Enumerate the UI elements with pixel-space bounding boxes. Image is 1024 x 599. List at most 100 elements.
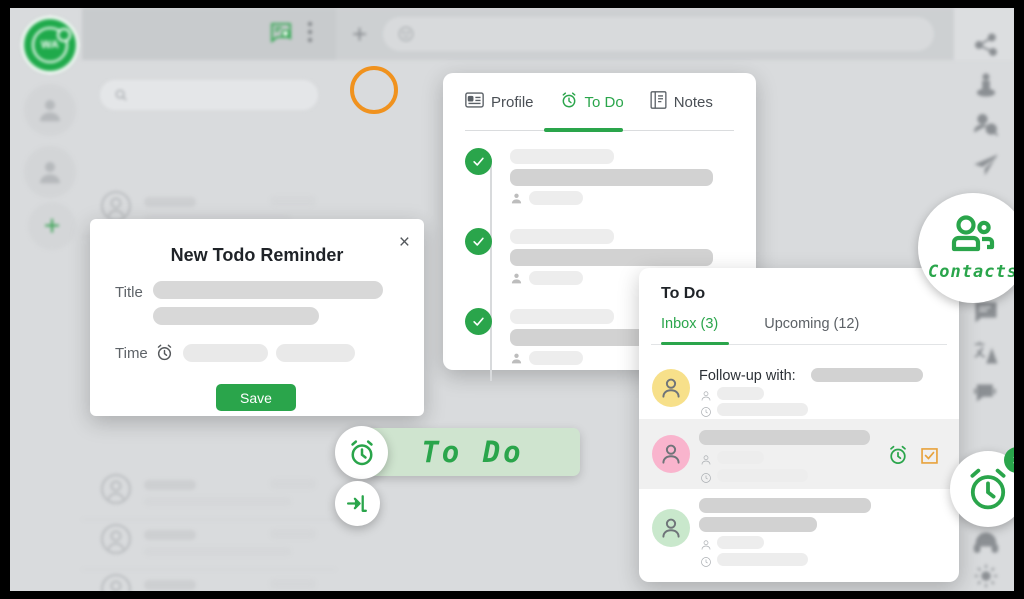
assignee-name — [529, 271, 583, 285]
sidebar-item-account-avatar-1[interactable] — [24, 84, 76, 136]
list-item-title — [144, 197, 196, 207]
settings-gear-icon[interactable] — [971, 561, 1001, 591]
list-item-time — [270, 529, 316, 539]
todo-item-due — [717, 403, 808, 416]
todo-panel-tabs: Inbox (3) Upcoming (12) — [661, 316, 859, 340]
alarm-clock-icon[interactable] — [887, 444, 909, 471]
id-card-icon — [465, 92, 484, 112]
contacts-label: Contacts — [928, 261, 1014, 282]
assignee-icon — [700, 538, 712, 556]
tab-todo-label: To Do — [584, 93, 624, 111]
assignee-name — [529, 351, 583, 365]
contact-search-icon[interactable] — [971, 110, 1001, 140]
contact-avatar-highlight-ring — [350, 66, 398, 114]
todo-item-assignee — [717, 451, 764, 464]
person-location-icon[interactable] — [971, 70, 1001, 100]
kebab-menu-icon[interactable] — [308, 22, 312, 46]
assignee-icon — [510, 192, 523, 210]
attach-button[interactable]: + — [352, 21, 367, 47]
completed-check-icon[interactable] — [465, 148, 492, 175]
tab-notes[interactable]: Notes — [650, 91, 713, 125]
todo-list-item-3[interactable] — [639, 489, 959, 567]
avatar — [652, 435, 690, 473]
enter-arrow-icon — [335, 481, 380, 526]
task-complete-icon[interactable] — [919, 445, 940, 471]
title-input-line2[interactable] — [153, 307, 319, 325]
contacts-group-icon — [946, 214, 1000, 260]
notebook-icon — [650, 91, 667, 113]
whatsapp-crm-logo[interactable]: WA — [21, 16, 79, 74]
assignee-icon — [700, 453, 712, 471]
screenshot-root: WA + + Profile To Do Notes To Do Inbox (… — [0, 0, 1024, 599]
todo-entry-body — [510, 169, 713, 186]
add-account-button[interactable]: + — [28, 202, 76, 250]
clock-icon — [700, 471, 712, 489]
todo-list-item-1[interactable]: Follow-up with: — [639, 356, 959, 419]
emoji-icon[interactable] — [397, 25, 415, 43]
todo-item-title — [699, 498, 871, 513]
todo-item-assignee — [717, 536, 764, 549]
todo-timeline-line — [490, 159, 492, 381]
tab-profile[interactable]: Profile — [465, 92, 534, 124]
tab-profile-label: Profile — [491, 93, 534, 111]
list-item-preview — [144, 547, 291, 556]
support-chat-icon[interactable] — [971, 378, 1001, 408]
completed-check-icon[interactable] — [465, 308, 492, 335]
time-field-label: Time — [115, 345, 148, 362]
message-input[interactable] — [383, 17, 934, 51]
todo-item-label: Follow-up with: — [699, 368, 796, 384]
alarm-clock-icon — [155, 343, 174, 367]
todo-annotation-chip: To Do — [365, 428, 580, 476]
avatar — [652, 509, 690, 547]
share-icon[interactable] — [971, 30, 1001, 60]
tab-inbox[interactable]: Inbox (3) — [661, 316, 718, 340]
title-field-label: Title — [115, 284, 143, 301]
list-item-time — [270, 579, 316, 589]
todo-reminders-annotation-badge: 3 — [950, 447, 1014, 527]
avatar — [100, 473, 132, 505]
avatar — [100, 523, 132, 555]
list-item-title — [144, 530, 196, 540]
time-input-hour[interactable] — [276, 344, 355, 362]
contact-detail-tabs: Profile To Do Notes — [443, 73, 756, 125]
tab-todo[interactable]: To Do — [560, 91, 624, 125]
person-icon — [40, 100, 60, 122]
message-search-icon[interactable] — [270, 22, 294, 49]
translate-icon[interactable] — [971, 338, 1001, 368]
list-item-time — [270, 479, 316, 489]
search-input[interactable] — [100, 80, 318, 110]
tab-upcoming[interactable]: Upcoming (12) — [764, 316, 859, 340]
alarm-clock-icon — [560, 91, 578, 113]
todo-panel-title: To Do — [661, 285, 706, 302]
chat-list-header — [82, 8, 336, 60]
tab-notes-label: Notes — [673, 93, 713, 111]
save-button[interactable]: Save — [216, 384, 296, 411]
todo-list-item-2[interactable] — [639, 419, 959, 489]
todo-item-due — [717, 553, 808, 566]
assignee-icon — [510, 272, 523, 290]
close-icon[interactable]: × — [399, 233, 410, 252]
person-icon — [40, 162, 60, 184]
todo-item-subtitle — [699, 517, 817, 532]
todo-entry-body — [510, 249, 713, 266]
completed-check-icon[interactable] — [465, 228, 492, 255]
clock-icon — [700, 555, 712, 573]
send-plane-icon[interactable] — [971, 150, 1001, 180]
avatar — [100, 190, 132, 222]
todo-panel: To Do Inbox (3) Upcoming (12) Follow-up … — [639, 268, 959, 582]
message-composer: + — [336, 8, 954, 60]
search-icon — [115, 89, 127, 101]
sidebar-item-account-avatar-2[interactable] — [24, 146, 76, 198]
todo-item-due — [717, 469, 808, 482]
todo-entry-title — [510, 229, 614, 244]
todo-item-contact — [811, 368, 923, 382]
avatar — [100, 573, 132, 591]
list-item-time — [270, 196, 316, 206]
headset-icon[interactable] — [971, 528, 1001, 558]
todo-entry-title — [510, 149, 614, 164]
title-input[interactable] — [153, 281, 383, 299]
list-item-title — [144, 580, 196, 590]
logo-text: WA — [32, 27, 71, 63]
list-item[interactable] — [82, 558, 336, 591]
time-input-date[interactable] — [183, 344, 268, 362]
